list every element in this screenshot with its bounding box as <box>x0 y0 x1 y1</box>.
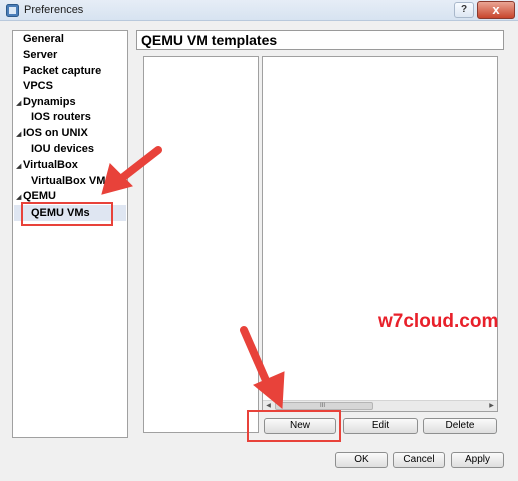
tree-item-ios-on-unix[interactable]: IOS on UNIX <box>23 127 88 139</box>
scrollbar-thumb[interactable]: III <box>275 402 373 410</box>
page-title: QEMU VM templates <box>136 30 504 50</box>
highlight-box-new <box>247 410 341 442</box>
cancel-button[interactable]: Cancel <box>393 452 445 468</box>
tree-item-server[interactable]: Server <box>23 49 57 61</box>
delete-button[interactable]: Delete <box>423 418 497 434</box>
template-details <box>262 56 498 412</box>
title-bar: Preferences ? x <box>0 0 518 21</box>
tree-item-vpcs[interactable]: VPCS <box>23 80 53 92</box>
scrollbar-grip: III <box>320 403 326 409</box>
tree-item-dynamips[interactable]: Dynamips <box>23 96 76 108</box>
tree-item-qemu[interactable]: QEMU <box>23 190 56 202</box>
apply-button[interactable]: Apply <box>451 452 504 468</box>
tree-item-ios-routers[interactable]: IOS routers <box>31 111 91 123</box>
window-title: Preferences <box>24 4 84 16</box>
expand-triangle-icon[interactable]: ◢ <box>16 193 21 201</box>
expand-triangle-icon[interactable]: ◢ <box>16 99 21 107</box>
ok-button[interactable]: OK <box>335 452 388 468</box>
preferences-tree: General Server Packet capture VPCS ◢ Dyn… <box>12 30 128 438</box>
tree-item-virtualbox-vms[interactable]: VirtualBox VMs <box>31 175 112 187</box>
expand-triangle-icon[interactable]: ◢ <box>16 130 21 138</box>
tree-item-virtualbox[interactable]: VirtualBox <box>23 159 78 171</box>
highlight-box-qemu-vms <box>21 202 113 226</box>
app-icon <box>6 4 19 17</box>
tree-item-iou-devices[interactable]: IOU devices <box>31 143 94 155</box>
tree-item-packet-capture[interactable]: Packet capture <box>23 65 101 77</box>
watermark-text: w7cloud.com <box>378 311 499 332</box>
edit-button[interactable]: Edit <box>343 418 418 434</box>
help-button[interactable]: ? <box>454 2 474 18</box>
expand-triangle-icon[interactable]: ◢ <box>16 162 21 170</box>
tree-item-general[interactable]: General <box>23 33 64 45</box>
scroll-right-icon[interactable]: ▶ <box>486 401 497 411</box>
close-button[interactable]: x <box>477 1 515 19</box>
template-list[interactable] <box>143 56 259 433</box>
